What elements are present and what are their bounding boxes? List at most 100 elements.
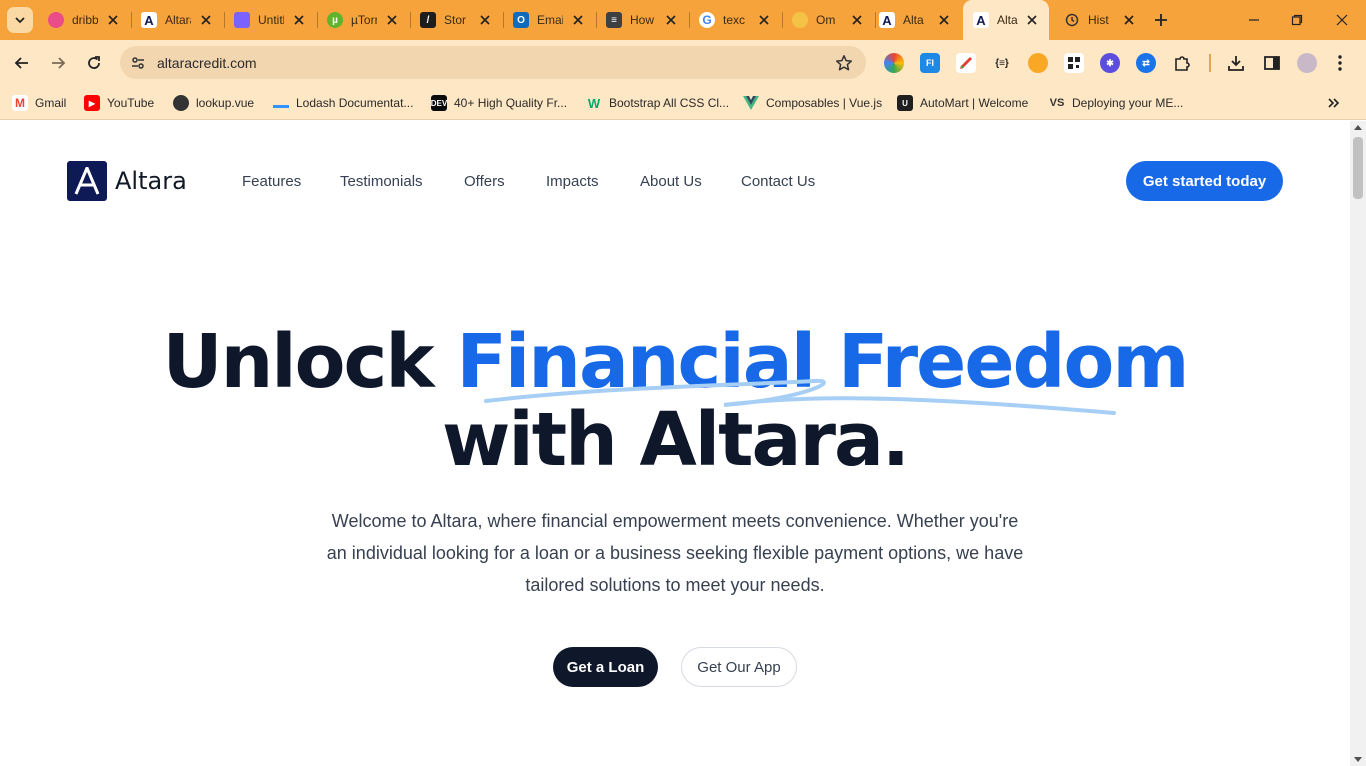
reload-button[interactable] [80, 49, 108, 77]
browser-tab[interactable]: / Stor [410, 0, 502, 40]
bookmark-item[interactable]: VS Deploying your ME... [1049, 93, 1184, 113]
nav-link-testimonials[interactable]: Testimonials [340, 173, 423, 190]
color-picker-extension-icon[interactable] [884, 53, 904, 73]
new-tab-button[interactable] [1150, 9, 1172, 31]
close-icon [1336, 14, 1348, 26]
json-extension-icon[interactable]: {≡} [992, 53, 1012, 73]
browser-tab[interactable]: ≡ How [596, 0, 688, 40]
dribbble-icon [48, 12, 64, 28]
bookmark-item[interactable]: lookup.vue [173, 93, 254, 113]
extensions-puzzle-icon[interactable] [1172, 53, 1192, 73]
bookmark-item[interactable]: M Gmail [12, 93, 66, 113]
close-icon[interactable] [1122, 13, 1136, 27]
close-icon[interactable] [199, 13, 213, 27]
arrow-right-icon [52, 57, 66, 69]
profile-avatar-icon[interactable] [1297, 53, 1317, 73]
site-settings-icon[interactable] [129, 54, 147, 72]
fi-extension-icon[interactable]: FI [920, 53, 940, 73]
window-close-button[interactable] [1331, 9, 1353, 31]
chevron-down-icon [15, 17, 25, 24]
scroll-down-arrow-icon[interactable] [1354, 757, 1362, 762]
bookmark-item[interactable]: ▶ YouTube [84, 93, 154, 113]
hero-description: Welcome to Altara, where financial empow… [326, 511, 1024, 595]
scroll-up-arrow-icon[interactable] [1354, 125, 1362, 130]
side-panel-icon[interactable] [1262, 53, 1282, 73]
calendar-icon [234, 12, 250, 28]
bookmark-item[interactable]: DEV 40+ High Quality Fr... [431, 93, 567, 113]
shield-extension-icon[interactable] [1028, 53, 1048, 73]
tab-search-button[interactable] [7, 7, 33, 33]
bookmark-star-icon[interactable] [834, 53, 854, 73]
w3-icon: W [587, 95, 601, 111]
close-icon[interactable] [571, 13, 585, 27]
bookmark-item[interactable]: Composables | Vue.js [743, 93, 882, 113]
lodash-icon [273, 98, 289, 108]
close-icon[interactable] [1025, 13, 1039, 27]
bookmark-item[interactable]: U AutoMart | Welcome [897, 93, 1028, 113]
storybook-icon: / [420, 12, 436, 28]
youtube-icon: ▶ [84, 95, 100, 111]
outlook-icon: O [513, 12, 529, 28]
nav-link-features[interactable]: Features [242, 173, 301, 190]
browser-tab[interactable]: O Email [503, 0, 595, 40]
browser-tab-active[interactable]: A Alta [963, 0, 1049, 40]
get-started-button[interactable]: Get started today [1126, 161, 1283, 201]
dev-icon: DEV [431, 95, 447, 111]
restore-button[interactable] [1286, 9, 1308, 31]
browser-tab[interactable]: Untitled [224, 0, 316, 40]
get-a-loan-button[interactable]: Get a Loan [553, 647, 658, 687]
reload-icon [88, 56, 100, 69]
close-icon[interactable] [385, 13, 399, 27]
sync-extension-icon[interactable]: ⇄ [1136, 53, 1156, 73]
site-logo[interactable]: Altara [67, 161, 187, 201]
browser-tab[interactable]: µ µTorrent [317, 0, 409, 40]
pencil-extension-icon[interactable] [956, 53, 976, 73]
close-icon[interactable] [292, 13, 306, 27]
browser-tab[interactable]: Om [782, 0, 874, 40]
scroll-thumb[interactable] [1353, 137, 1363, 199]
globe-icon [173, 95, 189, 111]
more-bookmarks-button[interactable] [1324, 93, 1344, 113]
close-icon[interactable] [664, 13, 678, 27]
close-icon[interactable] [757, 13, 771, 27]
om-icon [792, 12, 808, 28]
history-icon [1064, 12, 1080, 28]
browser-tab[interactable]: A Altara [131, 0, 223, 40]
nav-link-offers[interactable]: Offers [464, 173, 505, 190]
address-bar[interactable]: altaracredit.com [120, 46, 866, 79]
nav-link-about-us[interactable]: About Us [640, 173, 702, 190]
close-icon[interactable] [937, 13, 951, 27]
browser-toolbar: altaracredit.com FI {≡} ✱ ⇄ [0, 40, 1366, 86]
minimize-button[interactable] [1243, 9, 1265, 31]
browser-tab[interactable]: A Alta [869, 0, 961, 40]
qr-code-extension-icon[interactable] [1064, 53, 1084, 73]
browser-tab[interactable]: Hist [1054, 0, 1146, 40]
altara-icon: A [879, 12, 895, 28]
bookmarks-bar: M Gmail ▶ YouTube lookup.vue Lodash Docu… [0, 86, 1366, 120]
nav-link-contact-us[interactable]: Contact Us [741, 173, 815, 190]
close-icon[interactable] [478, 13, 492, 27]
chevron-double-right-icon [1328, 98, 1340, 108]
asterisk-extension-icon[interactable]: ✱ [1100, 53, 1120, 73]
close-icon[interactable] [850, 13, 864, 27]
forward-button[interactable] [44, 49, 72, 77]
altara-logo-icon [67, 161, 107, 201]
nav-link-impacts[interactable]: Impacts [546, 173, 599, 190]
page-scrollbar[interactable] [1350, 121, 1366, 766]
close-icon[interactable] [106, 13, 120, 27]
browser-tab[interactable]: dribbble [38, 0, 130, 40]
bookmark-item[interactable]: Lodash Documentat... [273, 93, 413, 113]
download-icon[interactable] [1226, 53, 1246, 73]
browser-tab[interactable]: G texc [689, 0, 781, 40]
logo-text: Altara [115, 167, 187, 195]
gmail-icon: M [12, 95, 28, 111]
hero-heading-plain: Unlock [162, 319, 457, 405]
doc-icon: ≡ [606, 12, 622, 28]
get-our-app-button[interactable]: Get Our App [681, 647, 797, 687]
utorrent-icon: µ [327, 12, 343, 28]
url-text[interactable]: altaracredit.com [157, 55, 257, 71]
back-button[interactable] [8, 49, 36, 77]
plus-icon [1155, 14, 1167, 26]
bookmark-item[interactable]: W Bootstrap All CSS Cl... [586, 93, 729, 113]
menu-dots-icon[interactable] [1334, 53, 1346, 73]
